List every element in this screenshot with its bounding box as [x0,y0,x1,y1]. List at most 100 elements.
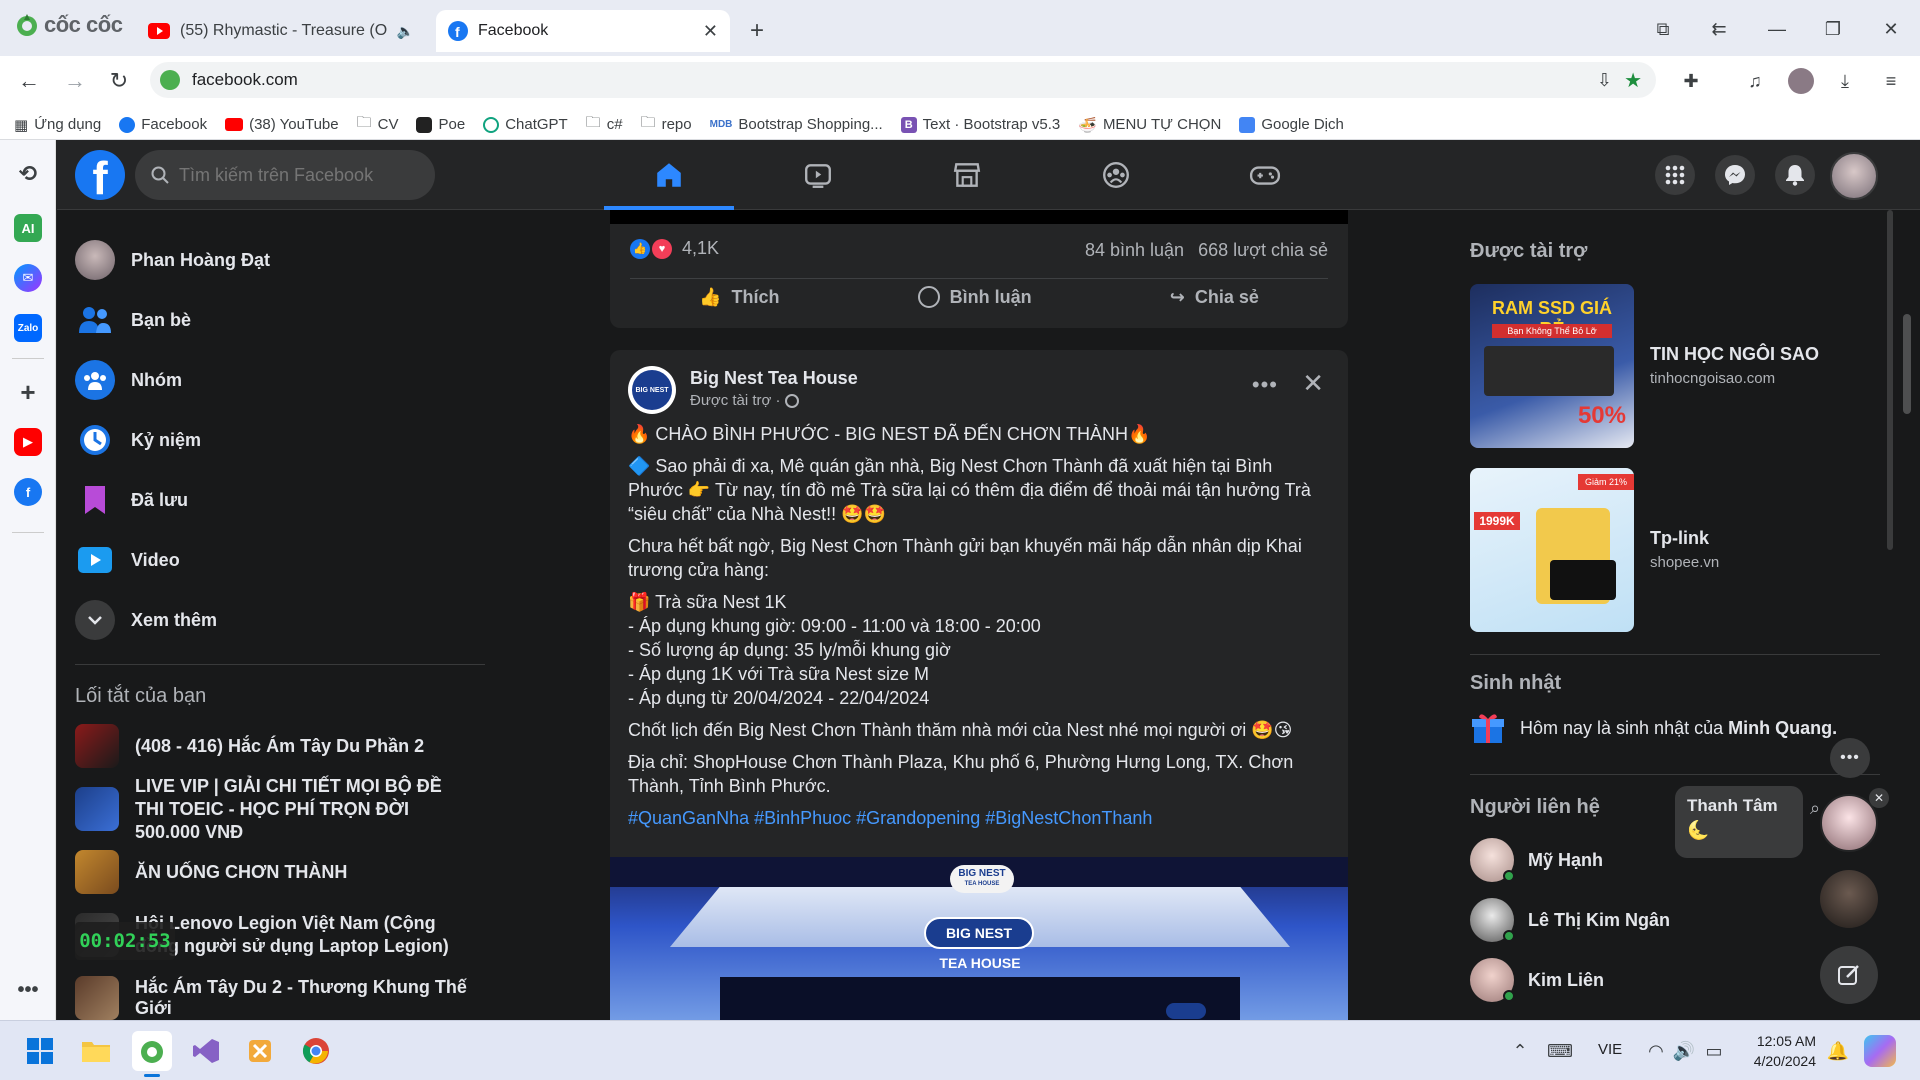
menu-icon[interactable]: ≡ [1876,66,1906,96]
chrome-icon[interactable] [296,1031,336,1071]
bookmark-google-translate[interactable]: Google Dịch [1239,112,1344,137]
bookmark-facebook[interactable]: Facebook [119,112,207,137]
search-input[interactable] [179,164,419,186]
post-image[interactable]: BIG NEST TEA HOUSE BIG NEST TEA HOUSE [610,857,1348,1030]
shortcut-item[interactable]: (408 - 416) Hắc Ám Tây Du Phần 2 [75,724,495,768]
left-nav-video[interactable]: Video [75,530,495,590]
close-tab-icon[interactable]: ✕ [703,21,718,42]
bookmark-csharp[interactable]: 🗀 c# [586,112,623,137]
coccoc-taskbar-icon[interactable] [132,1031,172,1077]
media-control-icon[interactable]: ♫ [1740,66,1770,96]
chat-options-button[interactable]: ••• [1830,738,1870,778]
chat-preview-bubble[interactable]: Thanh Tâm 🌜 [1675,786,1803,858]
install-app-icon[interactable]: ⇩ [1597,70,1612,91]
account-avatar[interactable] [1830,152,1878,200]
contact-item[interactable]: Lê Thị Kim Ngân [1470,898,1670,942]
notification-bell-icon[interactable]: 🔔 [1826,1039,1850,1063]
close-window-button[interactable]: ✕ [1876,14,1906,44]
menu-grid-button[interactable] [1655,155,1695,195]
share-button[interactable]: ↪ Chia sẻ [1170,286,1259,308]
shortcut-item[interactable]: Hắc Ám Tây Du 2 - Thương Khung Thế Giới [75,976,495,1020]
file-explorer-icon[interactable] [76,1031,116,1071]
tab-marketplace[interactable] [902,140,1032,210]
new-tab-button[interactable]: + [742,16,772,46]
reaction-summary[interactable]: 👍 ♥ 4,1K [630,238,719,259]
bookmark-star-icon[interactable]: ★ [1624,68,1642,93]
contacts-search-icon[interactable]: ⌕ [1810,798,1820,819]
clock[interactable]: 12:05 AM 4/20/2024 [1742,1031,1816,1071]
left-nav-see-more[interactable]: Xem thêm [75,590,495,650]
bookmark-bootstrap-shopping[interactable]: MDB Bootstrap Shopping... [710,112,883,137]
shortcut-item[interactable]: LIVE VIP | GIẢI CHI TIẾT MỌI BỘ ĐỀ THI T… [75,776,495,842]
close-chat-head-icon[interactable]: ✕ [1869,788,1889,808]
extensions-icon[interactable]: ✚ [1676,66,1706,96]
visual-studio-icon[interactable] [186,1031,226,1071]
messenger-button[interactable] [1715,155,1755,195]
windows-start-icon[interactable] [20,1031,60,1071]
page-name[interactable]: Big Nest Tea House [690,368,858,389]
forward-button[interactable]: → [60,66,90,96]
post-options-button[interactable]: ••• [1252,372,1278,398]
bookmark-chatgpt[interactable]: ChatGPT [483,112,568,137]
site-info-icon[interactable] [160,70,180,90]
tab-groups[interactable] [1051,140,1181,210]
new-message-button[interactable] [1820,946,1878,1004]
chat-head-contact[interactable] [1820,870,1878,928]
ai-chat-icon[interactable]: AI [14,214,42,242]
bookmark-menu[interactable]: 🍜 MENU TỰ CHỌN [1078,112,1221,137]
show-hidden-icons[interactable]: ⌃ [1508,1039,1532,1063]
tab-facebook[interactable]: f Facebook ✕ [436,10,730,52]
sponsored-label[interactable]: Được tài trợ · [690,392,781,409]
tab-watch[interactable] [753,140,883,210]
youtube-panel-icon[interactable]: ▶ [14,428,42,456]
hide-post-button[interactable]: ✕ [1302,368,1324,399]
bookmark-poe[interactable]: Poe [416,112,465,137]
tab-home[interactable] [604,140,734,210]
bookmark-cv[interactable]: 🗀 CV [357,112,399,137]
zalo-icon[interactable]: Zalo [14,314,42,342]
comment-button[interactable]: Bình luận [917,286,1032,308]
right-sidebar-scrollbar[interactable] [1887,210,1893,550]
facebook-logo[interactable]: f [75,150,125,200]
shortcut-item[interactable]: Hội Lenovo Legion Việt Nam (Cộng đồng ng… [75,910,495,960]
page-avatar[interactable]: BIG NEST [628,366,676,414]
more-options-icon[interactable]: ••• [14,976,42,1004]
left-nav-saved[interactable]: Đã lưu [75,470,495,530]
post-hashtags[interactable]: #QuanGanNha #BinhPhuoc #Grandopening #Bi… [628,806,1332,830]
left-nav-memories[interactable]: Kỷ niệm [75,410,495,470]
bookmark-repo[interactable]: 🗀 repo [641,112,692,137]
bookmark-apps[interactable]: ▦ Ứng dụng [14,112,101,137]
speaker-icon[interactable]: 🔈 [397,23,414,40]
battery-icon[interactable]: ▭ [1702,1039,1726,1063]
keyboard-icon[interactable]: ⌨ [1547,1039,1573,1063]
bookmark-youtube[interactable]: (38) YouTube [225,112,339,137]
back-button[interactable]: ← [14,66,44,96]
page-scrollbar[interactable] [1903,314,1911,414]
ad-tplink[interactable]: Giảm 21% 1999K Tp-link shopee.vn [1470,468,1890,632]
screen-capture-icon[interactable]: ⧉ [1648,14,1678,44]
language-indicator[interactable]: VIE [1598,1041,1622,1058]
birthday-notice[interactable]: Hôm nay là sinh nhật của Minh Quang. [1470,710,1890,746]
share-count[interactable]: 668 lượt chia sẻ [1198,240,1328,261]
reload-button[interactable]: ↻ [104,66,134,96]
volume-icon[interactable]: 🔊 [1672,1039,1696,1063]
shortcut-item[interactable]: ĂN UỐNG CHƠN THÀNH [75,850,495,894]
contact-item[interactable]: Kim Liên [1470,958,1604,1002]
messenger-icon[interactable]: ✉ [14,264,42,292]
minimize-button[interactable]: — [1762,14,1792,44]
contact-item[interactable]: Mỹ Hạnh [1470,838,1603,882]
copilot-icon[interactable] [1864,1035,1896,1067]
url-field[interactable]: facebook.com ⇩ ★ [150,62,1656,98]
like-button[interactable]: 👍 Thích [699,286,779,308]
tab-youtube[interactable]: (55) Rhymastic - Treasure (Offi 🔈 [136,10,426,52]
url-text[interactable]: facebook.com [192,70,298,90]
restore-button[interactable]: ❐ [1818,14,1848,44]
profile-avatar[interactable] [1788,68,1814,94]
left-nav-profile[interactable]: Phan Hoàng Đạt [75,230,495,290]
tab-back-icon[interactable]: ⇇ [1704,14,1734,44]
wifi-icon[interactable]: ◠ [1644,1039,1668,1063]
left-nav-friends[interactable]: Bạn bè [75,290,495,350]
add-panel-icon[interactable]: + [14,377,42,407]
comment-count[interactable]: 84 bình luận [1085,240,1184,261]
ad-tinhocngoisao[interactable]: RAM SSD GIÁ RẺ Bạn Không Thể Bỏ Lỡ 50% T… [1470,284,1890,448]
